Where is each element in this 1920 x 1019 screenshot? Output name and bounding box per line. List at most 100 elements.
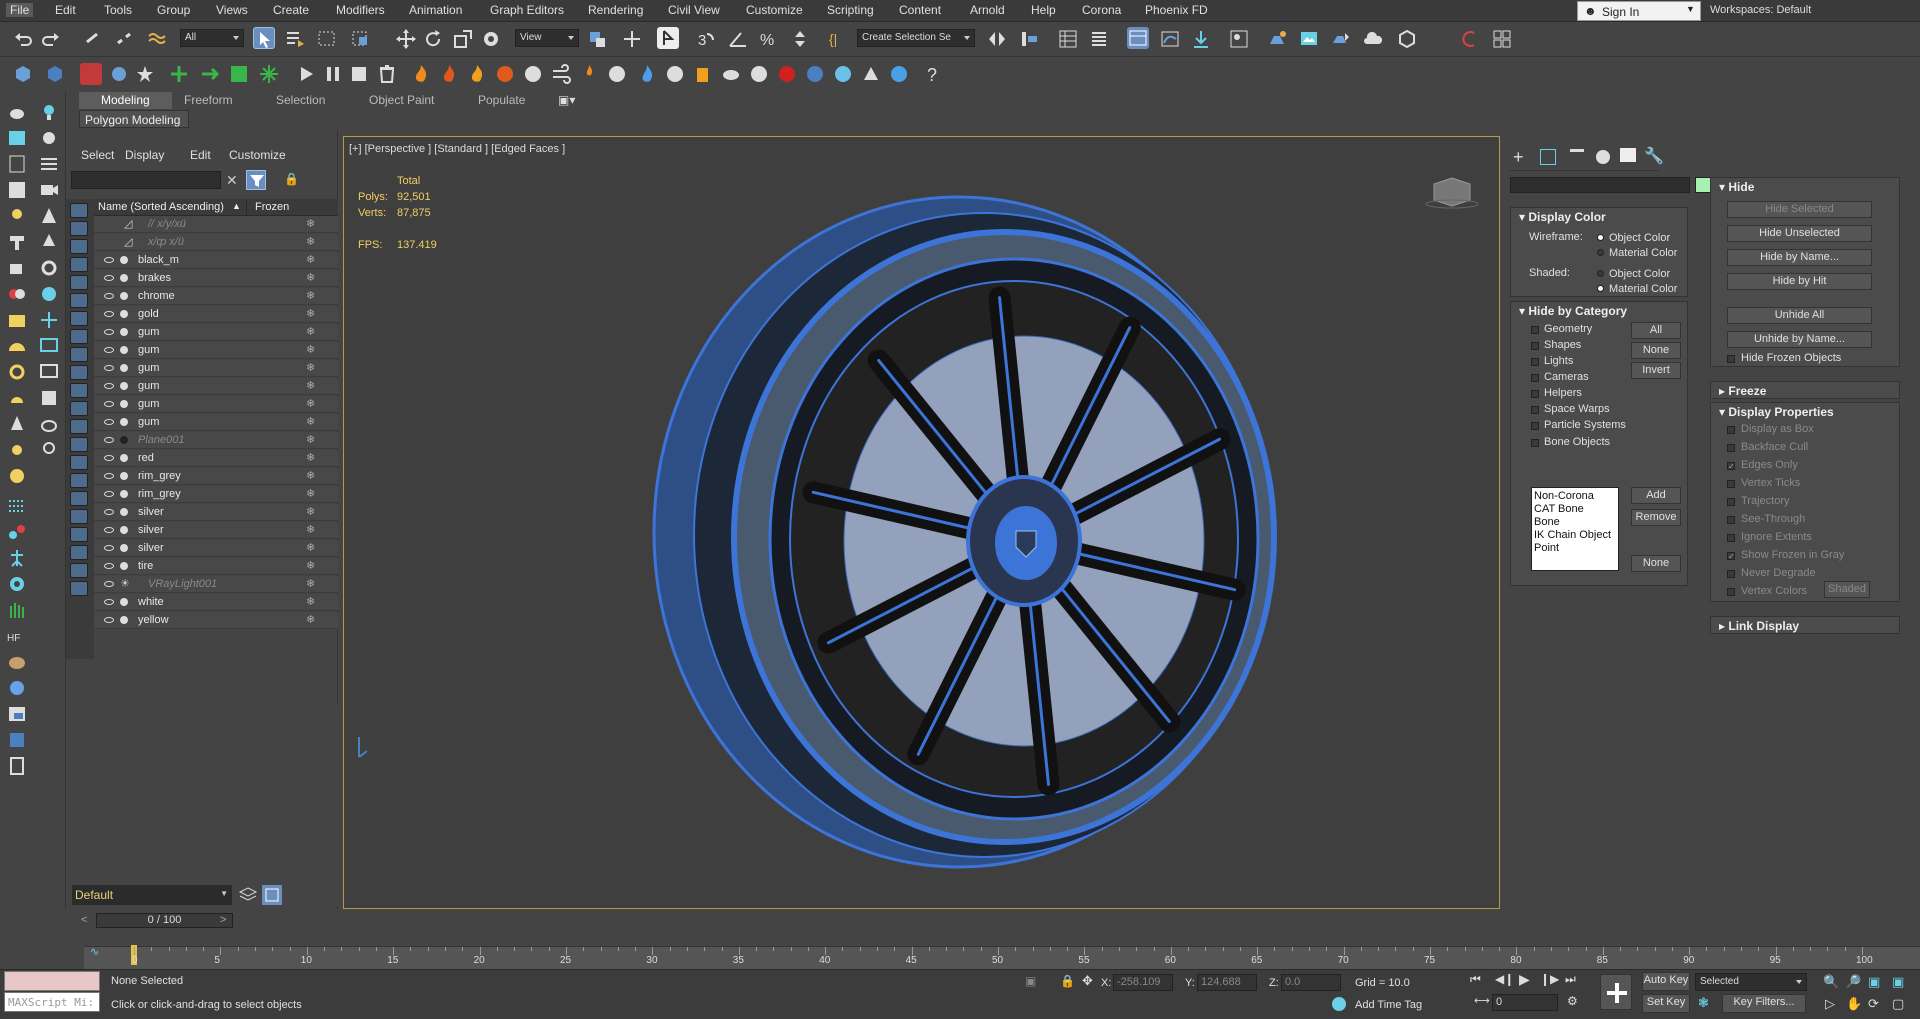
maxscript-listener[interactable]: [4, 971, 100, 991]
key-filters-button[interactable]: Key Filters...: [1722, 994, 1806, 1013]
shaded-material-color-radio[interactable]: [1597, 285, 1604, 292]
visibility-eye-icon[interactable]: [104, 437, 114, 443]
hair-fx-icon[interactable]: HF: [6, 625, 28, 647]
explorer-row[interactable]: yellow ❄: [94, 612, 338, 629]
render-setup-icon[interactable]: [1266, 28, 1288, 50]
menu-create[interactable]: Create: [273, 3, 309, 17]
bone-icon[interactable]: ◿: [124, 217, 132, 230]
visibility-eye-icon[interactable]: [104, 491, 114, 497]
liquid-preset-2-icon[interactable]: [664, 63, 686, 85]
wrench-icon[interactable]: 🔧: [1644, 146, 1664, 166]
explorer-row[interactable]: chrome ❄: [94, 288, 338, 305]
explorer-row[interactable]: rim_grey ❄: [94, 468, 338, 485]
unhide-by-name-button[interactable]: Unhide by Name...: [1727, 331, 1872, 348]
explorer-row[interactable]: gum ❄: [94, 324, 338, 341]
explorer-type-filter-icon[interactable]: [70, 545, 88, 560]
visibility-eye-icon[interactable]: [104, 527, 114, 533]
modify-tab-icon[interactable]: [1540, 149, 1556, 165]
undo-icon[interactable]: [12, 28, 34, 50]
explorer-type-filter-icon[interactable]: [70, 419, 88, 434]
particles-icon[interactable]: [6, 495, 28, 517]
next-frame-icon[interactable]: ❙▶: [1540, 972, 1559, 986]
link-icon[interactable]: [82, 28, 104, 50]
teapot-small-icon[interactable]: [38, 413, 60, 435]
bone-icon[interactable]: ◿: [124, 235, 132, 248]
freeze-snowflake-icon[interactable]: ❄: [306, 289, 315, 302]
menu-views[interactable]: Views: [216, 3, 248, 17]
material-sphere-icon[interactable]: [38, 283, 60, 305]
visibility-eye-icon[interactable]: [104, 347, 114, 353]
freeze-header[interactable]: ▸ Freeze: [1711, 382, 1899, 400]
explorer-row[interactable]: silver ❄: [94, 504, 338, 521]
lock-icon[interactable]: 🔒: [284, 172, 299, 186]
ball-icon[interactable]: [6, 677, 28, 699]
beer-preset-icon[interactable]: [692, 63, 714, 85]
freeze-snowflake-icon[interactable]: ❄: [306, 415, 315, 428]
wireframe-material-color-radio[interactable]: [1597, 249, 1604, 256]
toggle-ribbon-icon[interactable]: [1127, 27, 1149, 49]
freeze-snowflake-icon[interactable]: ❄: [306, 487, 315, 500]
explorer-row[interactable]: brakes ❄: [94, 270, 338, 287]
explosion-preset-icon[interactable]: [494, 63, 516, 85]
explorer-menu-edit[interactable]: Edit: [190, 148, 211, 162]
geometry-icon[interactable]: [120, 364, 128, 372]
explorer-type-filter-icon[interactable]: [70, 437, 88, 452]
explorer-row[interactable]: rim_grey ❄: [94, 486, 338, 503]
named-selection-set-dropdown[interactable]: Create Selection Se: [857, 29, 975, 47]
sun-icon[interactable]: [6, 439, 28, 461]
trash-icon[interactable]: [376, 63, 398, 85]
select-and-place-icon[interactable]: [480, 28, 502, 50]
category-none-button[interactable]: None: [1631, 342, 1681, 359]
render-frame-icon[interactable]: [6, 127, 28, 149]
freeze-snowflake-icon[interactable]: ❄: [306, 541, 315, 554]
zoom-extents-icon[interactable]: ▣: [1868, 974, 1880, 990]
select-manipulate-icon[interactable]: [621, 28, 643, 50]
ocean-preset-icon[interactable]: [860, 63, 882, 85]
snaps-toggle-icon[interactable]: 3: [696, 28, 718, 50]
water-preset-icon[interactable]: [832, 63, 854, 85]
explorer-row[interactable]: gum ❄: [94, 360, 338, 377]
freeze-snowflake-icon[interactable]: ❄: [306, 577, 315, 590]
list-icon[interactable]: [6, 153, 28, 175]
menu-arnold[interactable]: Arnold: [970, 3, 1005, 17]
explorer-type-filter-icon[interactable]: [70, 491, 88, 506]
set-key-button[interactable]: Set Key: [1642, 994, 1690, 1013]
slider-prev-icon[interactable]: <: [81, 914, 87, 926]
bell-icon[interactable]: [6, 387, 28, 409]
key-mode-icon[interactable]: ⟷: [1474, 994, 1490, 1007]
selection-lock-icon[interactable]: 🔒: [1060, 974, 1075, 988]
render-icon[interactable]: [6, 283, 28, 305]
visibility-eye-icon[interactable]: [104, 581, 114, 587]
square-icon[interactable]: [38, 387, 60, 409]
transform-icon[interactable]: [38, 309, 60, 331]
window-crossing-icon[interactable]: [350, 28, 372, 50]
display-property-checkbox[interactable]: [1727, 444, 1735, 452]
geometry-icon[interactable]: [120, 274, 128, 282]
hide-by-category-header[interactable]: ▾ Hide by Category: [1511, 302, 1687, 320]
field-of-view-icon[interactable]: ▷: [1825, 996, 1835, 1012]
category-checkbox[interactable]: [1531, 439, 1539, 447]
coffee-icon[interactable]: [6, 257, 28, 279]
grid-icon[interactable]: [38, 153, 60, 175]
category-list-item[interactable]: Bone: [1534, 516, 1616, 529]
tools-icon[interactable]: [6, 179, 28, 201]
geometry-icon[interactable]: [120, 598, 128, 606]
visibility-eye-icon[interactable]: [104, 509, 114, 515]
globe-icon[interactable]: [6, 465, 28, 487]
arnold-material-icon[interactable]: [108, 63, 130, 85]
wireframe-object-color-radio[interactable]: [1597, 234, 1604, 241]
cone-light-icon[interactable]: [6, 413, 28, 435]
visibility-eye-icon[interactable]: [104, 419, 114, 425]
category-list-item[interactable]: CAT Bone: [1534, 503, 1616, 516]
monitor-icon[interactable]: [38, 335, 60, 357]
freeze-snowflake-icon[interactable]: ❄: [306, 271, 315, 284]
category-checkbox[interactable]: [1531, 326, 1539, 334]
explorer-type-filter-icon[interactable]: [70, 365, 88, 380]
select-and-move-icon[interactable]: [395, 28, 417, 50]
script-icon[interactable]: [6, 703, 28, 725]
visibility-eye-icon[interactable]: [104, 455, 114, 461]
motion-tab-icon[interactable]: [1596, 150, 1610, 164]
explorer-type-filter-icon[interactable]: [70, 455, 88, 470]
explorer-menu-customize[interactable]: Customize: [229, 148, 286, 162]
geometry-icon[interactable]: [120, 454, 128, 462]
